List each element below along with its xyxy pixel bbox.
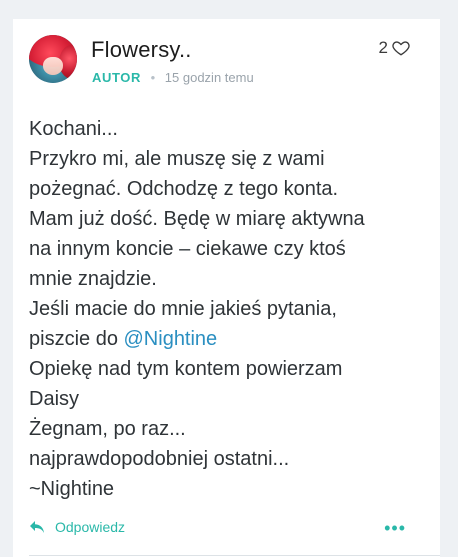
message-line: ~Nightine xyxy=(29,478,115,500)
message-line: Mam już dość. Będę w miarę aktywna xyxy=(29,208,365,230)
like-button[interactable]: 2 xyxy=(379,38,410,58)
more-dots-icon[interactable]: ••• xyxy=(384,518,406,539)
message-line: najprawdopodobniej ostatni... xyxy=(29,448,290,470)
message-line: mnie znajdzie. xyxy=(29,268,157,290)
message-line: Daisy xyxy=(29,388,80,410)
author-role-badge: AUTOR xyxy=(92,70,141,85)
heart-outline-icon[interactable] xyxy=(392,39,410,57)
divider xyxy=(29,555,440,556)
comment-timestamp: 15 godzin temu xyxy=(164,70,254,85)
author-name[interactable]: Flowersy.. xyxy=(91,37,192,63)
message-line: Żegnam, po raz... xyxy=(29,418,186,440)
comment-card: Flowersy.. AUTOR • 15 godzin temu 2 Koch… xyxy=(13,19,440,557)
message-text: piszcie do xyxy=(29,328,124,350)
meta-separator: • xyxy=(150,70,156,85)
message-line: pożegnać. Odchodzę z tego konta. xyxy=(29,178,339,200)
message-line: Przykro mi, ale muszę się z wami xyxy=(29,148,325,170)
message-line: na innym koncie – ciekawe czy ktoś xyxy=(29,238,346,260)
message-line: piszcie do @Nightine xyxy=(29,324,424,354)
mention-link[interactable]: @Nightine xyxy=(124,328,218,350)
avatar[interactable] xyxy=(29,35,77,83)
message-line: Opiekę nad tym kontem powierzam xyxy=(29,358,343,380)
message-line: Jeśli macie do mnie jakieś pytania, xyxy=(29,298,337,320)
reply-label: Odpowiedz xyxy=(55,519,126,535)
comment-meta: AUTOR • 15 godzin temu xyxy=(92,70,254,85)
reply-arrow-icon xyxy=(29,520,45,534)
avatar-face xyxy=(43,57,63,75)
reply-button[interactable]: Odpowiedz xyxy=(29,519,125,535)
message-line: Kochani... xyxy=(29,118,118,140)
comment-message: Kochani... Przykro mi, ale muszę się z w… xyxy=(29,114,424,504)
like-count: 2 xyxy=(378,38,388,57)
